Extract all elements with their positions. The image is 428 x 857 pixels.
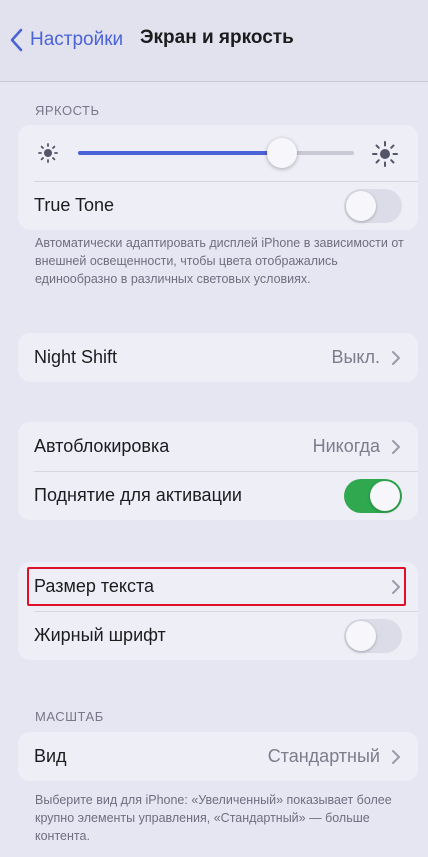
brightness-slider-thumb[interactable] bbox=[267, 138, 298, 168]
night-shift-card: Night Shift Выкл. bbox=[18, 333, 418, 382]
view-value: Стандартный bbox=[267, 746, 380, 766]
navigation-bar: Настройки Экран и яркость bbox=[0, 0, 428, 82]
chevron-left-icon bbox=[10, 28, 23, 52]
auto-lock-row[interactable]: Автоблокировка Никогда bbox=[18, 422, 418, 471]
bold-text-label: Жирный шрифт bbox=[34, 625, 166, 645]
sun-small-icon bbox=[38, 143, 58, 163]
true-tone-footnote: Автоматически адаптировать дисплей iPhon… bbox=[35, 236, 404, 286]
true-tone-label: True Tone bbox=[34, 195, 115, 215]
page-title: Экран и яркость bbox=[140, 27, 294, 48]
back-button[interactable]: Настройки bbox=[6, 24, 123, 56]
raise-to-wake-label: Поднятие для активации bbox=[34, 485, 242, 505]
toggle-knob bbox=[370, 480, 400, 511]
raise-to-wake-row: Поднятие для активации bbox=[18, 471, 418, 520]
view-label: Вид bbox=[34, 746, 67, 766]
toggle-knob bbox=[346, 190, 376, 221]
toggle-knob bbox=[346, 620, 376, 651]
night-shift-row[interactable]: Night Shift Выкл. bbox=[18, 333, 418, 382]
text-size-label: Размер текста bbox=[34, 576, 155, 596]
night-shift-label: Night Shift bbox=[34, 347, 118, 367]
auto-lock-label: Автоблокировка bbox=[34, 436, 170, 456]
chevron-right-icon bbox=[392, 579, 400, 594]
text-size-row[interactable]: Размер текста bbox=[18, 562, 418, 611]
text-card: Размер текста Жирный шрифт bbox=[18, 562, 418, 660]
back-button-label: Настройки bbox=[30, 29, 124, 50]
zoom-card: Вид Стандартный bbox=[18, 732, 418, 781]
lock-card: Автоблокировка Никогда Поднятие для акти… bbox=[18, 422, 418, 520]
bold-text-row: Жирный шрифт bbox=[18, 611, 418, 660]
brightness-slider-fill bbox=[78, 151, 283, 155]
sun-large-icon bbox=[372, 141, 398, 167]
night-shift-value: Выкл. bbox=[331, 347, 380, 367]
brightness-slider-row bbox=[18, 125, 418, 181]
true-tone-row: True Tone bbox=[18, 181, 418, 230]
zoom-section-header: МАСШТАБ bbox=[35, 709, 104, 724]
chevron-right-icon bbox=[392, 350, 400, 365]
brightness-card: True Tone bbox=[18, 125, 418, 230]
raise-to-wake-toggle[interactable] bbox=[344, 478, 402, 513]
bold-text-toggle[interactable] bbox=[344, 618, 402, 653]
auto-lock-value: Никогда bbox=[312, 436, 380, 456]
true-tone-toggle[interactable] bbox=[344, 188, 402, 223]
view-row[interactable]: Вид Стандартный bbox=[18, 732, 418, 781]
zoom-footnote: Выберите вид для iPhone: «Увеличенный» п… bbox=[35, 793, 392, 843]
brightness-section-header: ЯРКОСТЬ bbox=[35, 103, 100, 118]
chevron-right-icon bbox=[392, 439, 400, 454]
chevron-right-icon bbox=[392, 749, 400, 764]
brightness-slider[interactable] bbox=[78, 138, 354, 168]
